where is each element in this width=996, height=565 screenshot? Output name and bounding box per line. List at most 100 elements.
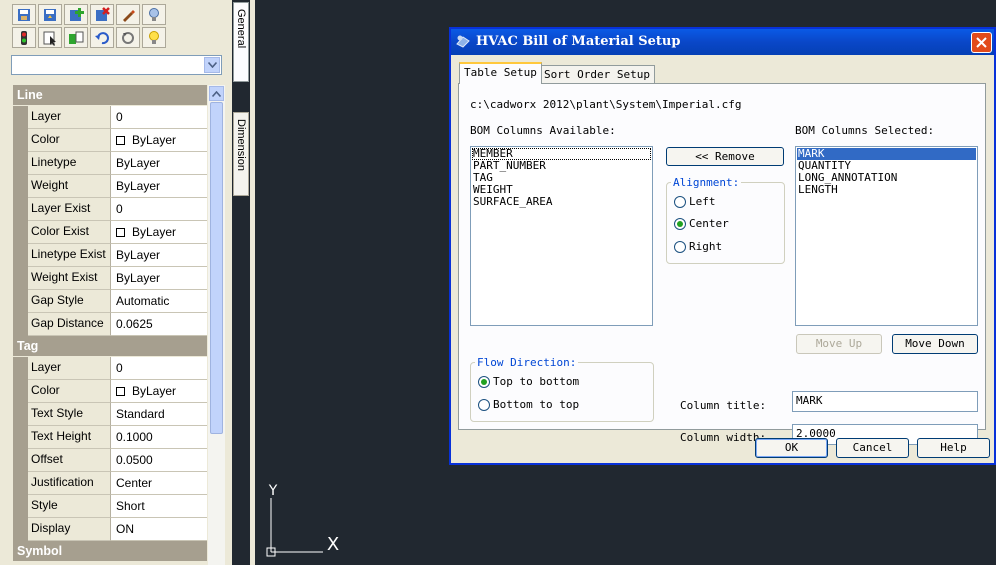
scroll-up-button[interactable] [209,86,224,101]
prop-value[interactable]: Standard [111,403,207,426]
list-item[interactable]: PART_NUMBER [472,160,651,172]
scroll-thumb[interactable] [210,102,223,434]
align-right-radio[interactable]: Right [674,240,722,253]
save-to-file-button[interactable] [12,4,36,25]
prop-value[interactable]: Center [111,472,207,495]
prop-name: Color [28,380,111,403]
color-swatch [116,135,125,145]
pencil-icon [123,9,135,22]
prop-name: Text Style [28,403,111,426]
radio-label: Center [689,217,729,230]
align-left-radio[interactable]: Left [674,195,716,208]
alignment-group: Alignment: Left Center Right [666,176,785,264]
help-tip-button[interactable] [142,4,166,25]
prop-value[interactable]: 0 [111,198,207,221]
chevron-down-icon[interactable] [204,57,220,73]
tab-table-setup[interactable]: Table Setup [459,62,542,84]
copy-button[interactable] [64,27,88,48]
available-columns-list[interactable]: MEMBER PART_NUMBER TAG WEIGHT SURFACE_AR… [470,146,653,326]
prop-row[interactable]: Text Style Standard [13,403,207,426]
close-button[interactable] [971,32,992,53]
load-from-file-button[interactable] [38,4,62,25]
prop-row[interactable]: Gap Distance 0.0625 [13,313,207,336]
settings-combobox[interactable] [11,55,222,75]
tab-general[interactable]: General [233,2,249,82]
prop-name: Weight Exist [28,267,111,290]
tab-dimension-label: Dimension [235,119,247,171]
tab-sort-order-setup[interactable]: Sort Order Setup [539,65,655,84]
delete-icon [96,6,110,21]
prop-name: Layer Exist [28,198,111,221]
column-title-input[interactable]: MARK [792,391,978,412]
prop-value[interactable]: 0 [111,357,207,380]
help-button[interactable]: Help [917,438,990,458]
prop-value[interactable]: Short [111,495,207,518]
radio-circle [478,375,490,388]
prop-row[interactable]: Style Short [13,495,207,518]
prop-value[interactable]: ByLayer [111,380,207,403]
align-center-radio[interactable]: Center [674,217,729,230]
prop-row[interactable]: Display ON [13,518,207,541]
radio-label: Left [689,195,716,208]
prop-value[interactable]: ByLayer [111,152,207,175]
prop-row[interactable]: Color Exist ByLayer [13,221,207,244]
prop-value[interactable]: Automatic [111,290,207,313]
prop-name: Layer [28,106,111,129]
prop-row[interactable]: Text Height 0.1000 [13,426,207,449]
dialog-titlebar[interactable]: HVAC Bill of Material Setup [451,29,994,55]
prop-value[interactable]: ON [111,518,207,541]
redo-button[interactable] [116,27,140,48]
list-item[interactable]: LENGTH [797,184,976,196]
undo-button[interactable] [90,27,114,48]
move-down-button[interactable]: Move Down [892,334,978,354]
prop-name: Layer [28,357,111,380]
move-up-button[interactable]: Move Up [796,334,882,354]
section-header-tag[interactable]: Tag [13,336,207,357]
select-object-button[interactable] [38,27,62,48]
tip-button[interactable] [142,27,166,48]
prop-row[interactable]: Justification Center [13,472,207,495]
selected-columns-list[interactable]: MARK QUANTITY LONG_ANNOTATION LENGTH [795,146,978,326]
delete-item-button[interactable] [90,4,114,25]
status-light-button[interactable] [12,27,36,48]
prop-row[interactable]: Layer 0 [13,357,207,380]
column-width-label: Column width: [680,431,767,444]
prop-row[interactable]: Weight ByLayer [13,175,207,198]
tab-dimension[interactable]: Dimension [233,112,249,196]
prop-value[interactable]: 0.0625 [111,313,207,336]
prop-row[interactable]: Color ByLayer [13,380,207,403]
prop-value[interactable]: ByLayer [111,175,207,198]
prop-value[interactable]: 0.1000 [111,426,207,449]
add-item-button[interactable] [64,4,88,25]
prop-name: Linetype [28,152,111,175]
top-to-bottom-radio[interactable]: Top to bottom [478,375,579,388]
ucs-y-label: Y [268,483,278,499]
edit-button[interactable] [116,4,140,25]
prop-value[interactable]: ByLayer [111,267,207,290]
prop-value[interactable]: ByLayer [111,221,207,244]
selected-columns-label: BOM Columns Selected: [795,124,935,137]
remove-button[interactable]: << Remove [666,147,784,166]
prop-row[interactable]: Color ByLayer [13,129,207,152]
prop-value[interactable]: ByLayer [111,129,207,152]
section-header-symbol[interactable]: Symbol [13,541,207,562]
prop-row[interactable]: Layer Exist 0 [13,198,207,221]
prop-row[interactable]: Gap Style Automatic [13,290,207,313]
alignment-legend: Alignment: [671,176,742,189]
prop-value[interactable]: ByLayer [111,244,207,267]
section-header-line[interactable]: Line [13,85,207,106]
palette-divider[interactable] [250,0,255,565]
ok-button[interactable]: OK [755,438,828,458]
list-item[interactable]: SURFACE_AREA [472,196,651,208]
prop-value[interactable]: 0 [111,106,207,129]
prop-row[interactable]: Layer 0 [13,106,207,129]
tab-general-label: General [235,9,247,49]
prop-row[interactable]: Linetype ByLayer [13,152,207,175]
prop-row[interactable]: Offset 0.0500 [13,449,207,472]
cancel-button[interactable]: Cancel [836,438,909,458]
prop-row[interactable]: Linetype Exist ByLayer [13,244,207,267]
bottom-to-top-radio[interactable]: Bottom to top [478,398,579,411]
palette-scrollbar[interactable] [208,85,225,565]
prop-row[interactable]: Weight Exist ByLayer [13,267,207,290]
prop-value[interactable]: 0.0500 [111,449,207,472]
